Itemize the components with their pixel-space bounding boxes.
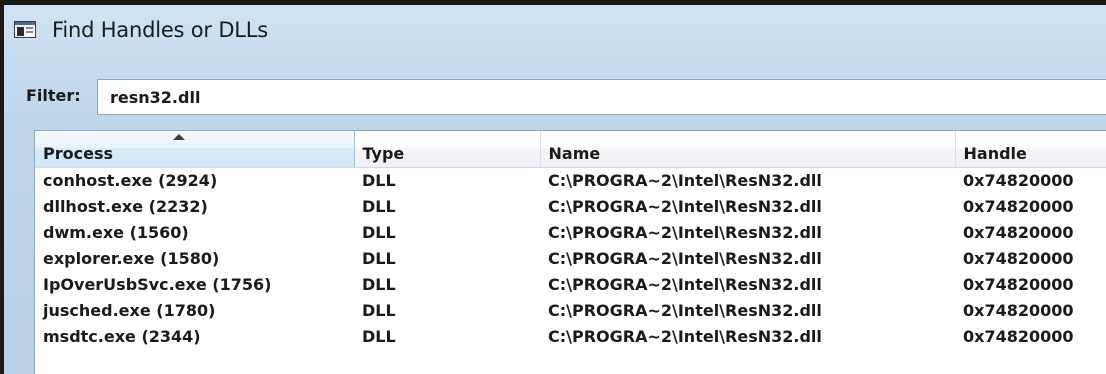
name-cell: C:\PROGRA~2\Intel\ResN32.dll	[548, 222, 822, 242]
column-header-process[interactable]: Process	[35, 131, 355, 168]
handle-cell: 0x74820000	[963, 274, 1074, 294]
table-row[interactable]: dwm.exe (1560) DLL C:\PROGRA~2\Intel\Res…	[35, 219, 1106, 245]
name-cell: C:\PROGRA~2\Intel\ResN32.dll	[548, 170, 822, 190]
column-header-handle[interactable]: Handle	[955, 131, 1106, 168]
handle-cell: 0x74820000	[963, 248, 1074, 268]
name-cell: C:\PROGRA~2\Intel\ResN32.dll	[548, 300, 822, 320]
filter-input[interactable]	[97, 79, 1106, 115]
type-cell: DLL	[362, 170, 396, 190]
type-cell: DLL	[362, 326, 396, 346]
results-list[interactable]: Process Type Name Handle conhost.exe (29…	[34, 130, 1106, 374]
table-row[interactable]: explorer.exe (1580) DLL C:\PROGRA~2\Inte…	[35, 245, 1106, 271]
process-cell: msdtc.exe (2344)	[43, 326, 201, 346]
results-table: Process Type Name Handle conhost.exe (29…	[35, 131, 1106, 349]
type-cell: DLL	[362, 274, 396, 294]
name-cell: C:\PROGRA~2\Intel\ResN32.dll	[548, 326, 822, 346]
table-row[interactable]: jusched.exe (1780) DLL C:\PROGRA~2\Intel…	[35, 297, 1106, 323]
name-cell: C:\PROGRA~2\Intel\ResN32.dll	[548, 248, 822, 268]
type-cell: DLL	[362, 300, 396, 320]
handle-cell: 0x74820000	[963, 170, 1074, 190]
type-cell: DLL	[362, 196, 396, 216]
handle-cell: 0x74820000	[963, 222, 1074, 242]
window-app-icon	[14, 21, 36, 38]
table-row[interactable]: dllhost.exe (2232) DLL C:\PROGRA~2\Intel…	[35, 193, 1106, 219]
column-header-label: Name	[548, 143, 601, 163]
handle-cell: 0x74820000	[963, 300, 1074, 320]
header-row: Process Type Name Handle	[35, 131, 1106, 168]
name-cell: C:\PROGRA~2\Intel\ResN32.dll	[548, 274, 822, 294]
column-header-label: Process	[43, 143, 113, 163]
process-cell: conhost.exe (2924)	[43, 170, 218, 190]
window-title: Find Handles or DLLs	[52, 18, 269, 42]
handle-cell: 0x74820000	[963, 326, 1074, 346]
process-cell: explorer.exe (1580)	[43, 248, 220, 268]
table-row[interactable]: msdtc.exe (2344) DLL C:\PROGRA~2\Intel\R…	[35, 323, 1106, 349]
process-cell: dllhost.exe (2232)	[43, 196, 208, 216]
column-header-label: Handle	[963, 143, 1027, 163]
table-row[interactable]: conhost.exe (2924) DLL C:\PROGRA~2\Intel…	[35, 167, 1106, 193]
handle-cell: 0x74820000	[963, 196, 1074, 216]
table-row[interactable]: IpOverUsbSvc.exe (1756) DLL C:\PROGRA~2\…	[35, 271, 1106, 297]
name-cell: C:\PROGRA~2\Intel\ResN32.dll	[548, 196, 822, 216]
column-header-name[interactable]: Name	[540, 131, 956, 168]
process-cell: IpOverUsbSvc.exe (1756)	[43, 274, 272, 294]
process-cell: dwm.exe (1560)	[43, 222, 189, 242]
title-bar[interactable]: Find Handles or DLLs	[4, 5, 1106, 57]
process-cell: jusched.exe (1780)	[43, 300, 216, 320]
type-cell: DLL	[362, 248, 396, 268]
column-header-label: Type	[362, 143, 405, 163]
find-handles-window: Find Handles or DLLs Filter: Process Typ…	[0, 0, 1106, 374]
sort-ascending-icon	[173, 134, 185, 140]
type-cell: DLL	[362, 222, 396, 242]
filter-label: Filter:	[26, 86, 81, 105]
column-header-type[interactable]: Type	[354, 131, 541, 168]
